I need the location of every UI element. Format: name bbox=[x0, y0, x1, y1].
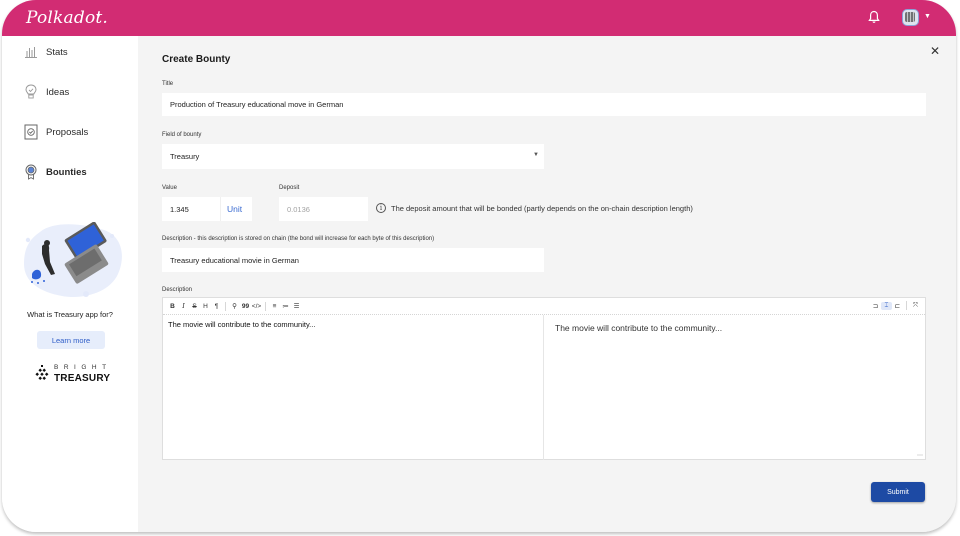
description-editor-textarea[interactable]: The movie will contribute to the communi… bbox=[163, 315, 544, 460]
onchain-description-input[interactable]: Treasury educational movie in German bbox=[162, 248, 544, 272]
close-icon[interactable]: ✕ bbox=[930, 44, 940, 58]
resize-handle-icon[interactable]: ⋯ bbox=[917, 452, 923, 459]
bullet-list-icon[interactable]: ≡ bbox=[269, 303, 280, 310]
sidebar-item-label: Proposals bbox=[46, 126, 89, 138]
numbered-list-icon[interactable]: ≔ bbox=[280, 302, 291, 310]
award-medal-icon bbox=[22, 163, 40, 181]
checklist-icon[interactable]: ☰ bbox=[291, 302, 302, 310]
preview-only-view-icon[interactable]: ⊏ bbox=[892, 302, 903, 310]
title-label: Title bbox=[162, 81, 174, 87]
toolbar-divider bbox=[225, 301, 226, 311]
markdown-editor: B I S H ¶ ⚲ 99 </> ≡ ≔ ☰ ⊐ ⌶ ⊏ ⤧ The mov… bbox=[162, 297, 926, 460]
editor-view-controls: ⊐ ⌶ ⊏ ⤧ bbox=[870, 301, 921, 310]
bold-icon[interactable]: B bbox=[167, 303, 178, 310]
brand-bottom-text: TREASURY bbox=[54, 373, 111, 384]
treasury-illustration bbox=[24, 222, 122, 298]
sidebar-item-proposals[interactable]: Proposals bbox=[22, 122, 88, 142]
bright-treasury-logo: BRIGHT TREASURY bbox=[34, 363, 114, 385]
brand-top-text: BRIGHT bbox=[54, 364, 112, 371]
title-input[interactable]: Production of Treasury educational move … bbox=[162, 93, 926, 116]
proposal-document-icon bbox=[22, 123, 40, 141]
info-icon: i bbox=[376, 203, 386, 213]
bright-treasury-mark-icon bbox=[35, 365, 49, 381]
toolbar-divider bbox=[906, 301, 907, 310]
italic-icon[interactable]: I bbox=[178, 302, 189, 310]
field-of-bounty-select[interactable]: Treasury ▼ bbox=[162, 144, 544, 169]
sidebar: Stats Ideas Proposals Bounties What is T… bbox=[2, 36, 138, 532]
create-bounty-panel: ✕ Create Bounty Title Production of Trea… bbox=[138, 36, 956, 532]
heading-icon[interactable]: H bbox=[200, 303, 211, 310]
submit-button[interactable]: Submit bbox=[871, 482, 925, 502]
lightbulb-icon bbox=[22, 83, 40, 101]
split-view-icon[interactable]: ⌶ bbox=[881, 301, 892, 310]
toolbar-divider bbox=[265, 301, 266, 311]
promo-question: What is Treasury app for? bbox=[27, 310, 113, 319]
sidebar-item-stats[interactable]: Stats bbox=[22, 42, 68, 62]
strikethrough-icon[interactable]: S bbox=[189, 303, 200, 310]
fullscreen-icon[interactable]: ⤧ bbox=[910, 302, 921, 310]
link-icon[interactable]: ⚲ bbox=[229, 302, 240, 310]
bell-icon[interactable] bbox=[868, 10, 880, 24]
deposit-info: i The deposit amount that will be bonded… bbox=[376, 203, 693, 213]
editor-toolbar: B I S H ¶ ⚲ 99 </> ≡ ≔ ☰ ⊐ ⌶ ⊏ ⤧ bbox=[163, 298, 925, 315]
deposit-info-text: The deposit amount that will be bonded (… bbox=[391, 203, 693, 213]
bar-chart-icon bbox=[22, 43, 40, 61]
chevron-down-icon[interactable]: ▼ bbox=[924, 13, 931, 20]
description-preview: The movie will contribute to the communi… bbox=[555, 323, 723, 333]
code-icon[interactable]: </> bbox=[251, 303, 262, 310]
field-of-bounty-value: Treasury bbox=[170, 152, 200, 161]
sidebar-item-label: Bounties bbox=[46, 166, 87, 178]
onchain-description-label: Description - this description is stored… bbox=[162, 236, 435, 242]
value-label: Value bbox=[162, 185, 177, 191]
page-title: Create Bounty bbox=[162, 54, 231, 65]
app-window: Polkadot. ▼ ▼ Stats Ideas Proposals Boun… bbox=[2, 0, 956, 532]
editor-only-view-icon[interactable]: ⊐ bbox=[870, 302, 881, 310]
field-of-bounty-label: Field of bounty bbox=[162, 132, 202, 138]
unit-selector[interactable]: Unit bbox=[220, 197, 252, 221]
sidebar-item-label: Stats bbox=[46, 46, 68, 58]
identicon bbox=[905, 12, 915, 22]
sidebar-item-ideas[interactable]: Ideas bbox=[22, 82, 69, 102]
chevron-down-icon[interactable]: ▼ bbox=[95, 13, 102, 20]
deposit-field: 0.0136 bbox=[279, 197, 368, 221]
deposit-label: Deposit bbox=[279, 185, 300, 191]
description-label: Description bbox=[162, 287, 193, 293]
top-bar: Polkadot. ▼ ▼ bbox=[2, 0, 956, 36]
sidebar-item-label: Ideas bbox=[46, 86, 70, 98]
quote-icon[interactable]: 99 bbox=[240, 303, 251, 310]
value-input[interactable]: 1.345 bbox=[162, 197, 220, 221]
sidebar-item-bounties[interactable]: Bounties bbox=[22, 162, 87, 182]
paragraph-icon[interactable]: ¶ bbox=[211, 303, 222, 310]
learn-more-button[interactable]: Learn more bbox=[37, 331, 105, 349]
account-avatar[interactable] bbox=[902, 9, 919, 26]
chevron-down-icon: ▼ bbox=[533, 152, 539, 158]
